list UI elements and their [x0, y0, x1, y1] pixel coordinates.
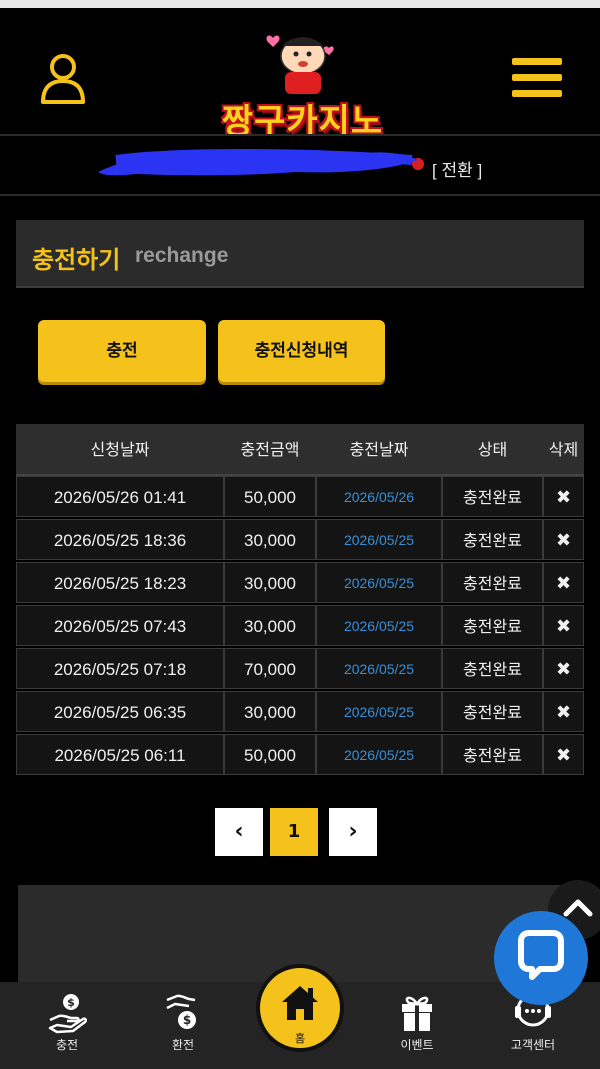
- column-header-request-date: 신청날짜: [90, 440, 150, 459]
- site-logo[interactable]: 짱구카지노: [205, 26, 400, 142]
- cell-status: 충전완료: [442, 519, 543, 560]
- table-row: 2026/05/25 07:43 30,000 2026/05/25 충전완료 ✖: [16, 605, 584, 648]
- cell-request-date: 2026/05/25 06:11: [16, 734, 224, 775]
- delete-icon[interactable]: ✖: [543, 476, 584, 517]
- nav-item-event[interactable]: 이벤트: [372, 990, 462, 1053]
- nav-item-exchange[interactable]: $ 환전: [138, 990, 228, 1053]
- cell-request-date: 2026/05/25 18:36: [16, 519, 224, 560]
- hand-coin-exchange-icon: $: [166, 994, 196, 1029]
- home-button[interactable]: 홈: [256, 964, 344, 1052]
- home-icon: [282, 986, 318, 1020]
- pagination-next-button[interactable]: ›: [329, 808, 377, 856]
- nav-label-customer-center: 고객센터: [510, 1038, 556, 1052]
- cell-status: 충전완료: [442, 476, 543, 517]
- cell-request-date: 2026/05/25 07:18: [16, 648, 224, 689]
- top-header: 짱구카지노: [0, 0, 600, 142]
- column-header-status: 상태: [477, 440, 508, 459]
- pagination-prev-button[interactable]: ‹: [215, 808, 263, 856]
- live-chat-button[interactable]: [494, 911, 588, 1005]
- cell-amount: 30,000: [224, 605, 316, 646]
- table-row: 2026/05/26 01:41 50,000 2026/05/26 충전완료 ✖: [16, 476, 584, 519]
- nav-label-event: 이벤트: [400, 1038, 434, 1052]
- delete-icon[interactable]: ✖: [543, 605, 584, 646]
- cell-charge-date: 2026/05/25: [316, 648, 442, 689]
- section-title: 충전하기: [32, 246, 121, 274]
- delete-icon[interactable]: ✖: [543, 691, 584, 732]
- charge-history-table: 신청날짜 충전금액 충전날짜 상태 삭제 2026/05/26 01:41 50,…: [16, 424, 584, 777]
- cell-charge-date: 2026/05/25: [316, 691, 442, 732]
- userbar-divider: [0, 194, 600, 196]
- table-row: 2026/05/25 18:23 30,000 2026/05/25 충전완료 ✖: [16, 562, 584, 605]
- cell-status: 충전완료: [442, 691, 543, 732]
- switch-link[interactable]: [ 전환 ]: [432, 156, 482, 181]
- delete-icon[interactable]: ✖: [543, 519, 584, 560]
- cell-status: 충전완료: [442, 734, 543, 775]
- cell-amount: 50,000: [224, 476, 316, 517]
- cell-amount: 70,000: [224, 648, 316, 689]
- cell-request-date: 2026/05/25 18:23: [16, 562, 224, 603]
- cell-amount: 30,000: [224, 691, 316, 732]
- cell-amount: 50,000: [224, 734, 316, 775]
- svg-text:$: $: [183, 1013, 191, 1027]
- nav-label-exchange: 환전: [171, 1038, 195, 1052]
- column-header-amount: 충전금액: [240, 440, 300, 459]
- cell-amount: 30,000: [224, 519, 316, 560]
- hand-coin-icon: $: [48, 994, 87, 1034]
- table-header: 신청날짜 충전금액 충전날짜 상태 삭제: [16, 424, 584, 476]
- cell-charge-date: 2026/05/25: [316, 734, 442, 775]
- cell-charge-date: 2026/05/26: [316, 476, 442, 517]
- svg-text:$: $: [67, 996, 75, 1009]
- delete-icon[interactable]: ✖: [543, 734, 584, 775]
- cell-charge-date: 2026/05/25: [316, 605, 442, 646]
- redacted-username: [98, 149, 424, 176]
- table-row: 2026/05/25 06:35 30,000 2026/05/25 충전완료 ✖: [16, 691, 584, 734]
- cell-request-date: 2026/05/25 06:35: [16, 691, 224, 732]
- cell-request-date: 2026/05/26 01:41: [16, 476, 224, 517]
- cell-charge-date: 2026/05/25: [316, 519, 442, 560]
- nav-label-home: 홈: [294, 1032, 306, 1045]
- column-header-charge-date: 충전날짜: [349, 440, 409, 459]
- nav-label-charge: 충전: [55, 1038, 79, 1052]
- nav-item-charge[interactable]: $ 충전: [22, 990, 112, 1053]
- cell-status: 충전완료: [442, 562, 543, 603]
- delete-icon[interactable]: ✖: [543, 648, 584, 689]
- cell-status: 충전완료: [442, 648, 543, 689]
- table-row: 2026/05/25 18:36 30,000 2026/05/25 충전완료 ✖: [16, 519, 584, 562]
- section-header: 충전하기 rechange: [16, 220, 584, 288]
- charge-button[interactable]: 충전: [38, 320, 206, 382]
- mascot-icon: [266, 35, 334, 94]
- table-row: 2026/05/25 07:18 70,000 2026/05/25 충전완료 ✖: [16, 648, 584, 691]
- cell-request-date: 2026/05/25 07:43: [16, 605, 224, 646]
- cell-status: 충전완료: [442, 605, 543, 646]
- section-subtitle: rechange: [135, 244, 229, 267]
- charge-history-button[interactable]: 충전신청내역: [218, 320, 385, 382]
- hamburger-menu-icon[interactable]: [512, 58, 562, 100]
- table-row: 2026/05/25 06:11 50,000 2026/05/25 충전완료 ✖: [16, 734, 584, 777]
- delete-icon[interactable]: ✖: [543, 562, 584, 603]
- cell-amount: 30,000: [224, 562, 316, 603]
- user-icon[interactable]: [40, 52, 86, 104]
- chat-bubble-icon: [518, 930, 564, 980]
- pagination-page-1[interactable]: 1: [270, 808, 318, 856]
- column-header-delete: 삭제: [548, 440, 579, 459]
- gift-icon: [402, 996, 432, 1031]
- cell-charge-date: 2026/05/25: [316, 562, 442, 603]
